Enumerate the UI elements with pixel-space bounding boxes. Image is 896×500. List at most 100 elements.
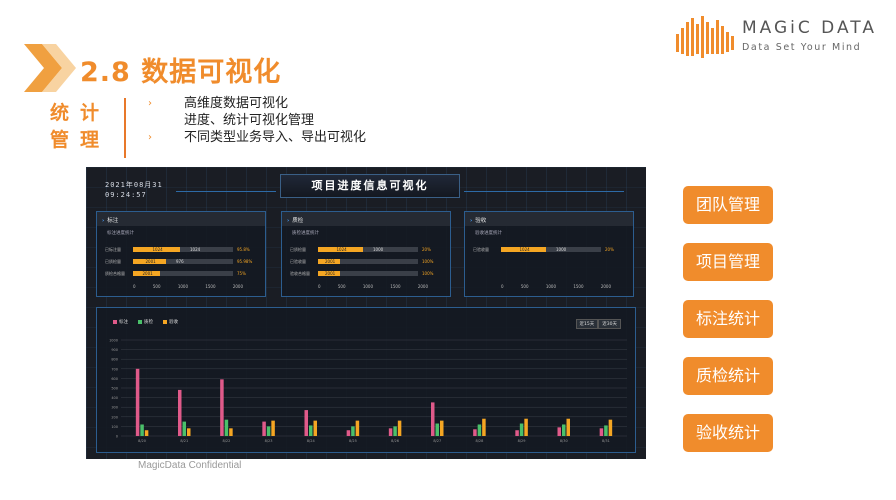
- progress-total: 1024: [190, 247, 201, 252]
- bar-验收: [566, 418, 570, 436]
- side-char: 管: [50, 129, 70, 151]
- y-tick-label: 400: [111, 396, 118, 400]
- progress-total: 1000: [556, 247, 567, 252]
- bar-质检: [140, 424, 144, 436]
- y-tick-label: 600: [111, 377, 118, 381]
- list-item: 进度、统计可视化管理: [184, 113, 315, 128]
- progress-value: 2001: [145, 259, 156, 264]
- side-char: 统: [50, 102, 70, 124]
- y-tick-label: 200: [111, 415, 118, 419]
- acceptance-stats-button[interactable]: 验收统计: [683, 414, 773, 452]
- chevron-right-icon: ›: [102, 218, 105, 224]
- bar-标注: [135, 368, 140, 436]
- bar-质检: [604, 425, 608, 436]
- tick-label: 1500: [205, 284, 216, 289]
- progress-panel: › 质检 质检进度统计 已质检量 1024 1000 20% 已验收量 2001 100% 验收合格…: [281, 211, 451, 297]
- progress-total: 976: [176, 259, 184, 264]
- logo-title: MAGiC DATA: [742, 18, 877, 38]
- logo-tagline: Data Set Your Mind: [742, 42, 862, 53]
- bar-质检: [562, 424, 566, 436]
- progress-track: 2001 976: [133, 259, 233, 264]
- progress-value: 1024: [336, 247, 347, 252]
- bar-质检: [519, 423, 524, 436]
- progress-percent: 95.8%: [237, 247, 250, 252]
- progress-label: 已标注量: [105, 247, 121, 252]
- x-tick-label: 8/30: [560, 439, 568, 443]
- bar-质检: [224, 419, 229, 436]
- progress-value: 1024: [152, 247, 163, 252]
- bar-验收: [440, 420, 444, 436]
- panel-subtitle: 质检进度统计: [292, 231, 319, 236]
- y-tick-label: 1000: [109, 339, 118, 343]
- bar-验收: [397, 420, 402, 436]
- side-label: 统计 管理: [50, 100, 120, 154]
- y-tick-label: 100: [111, 425, 118, 429]
- x-tick-label: 8/24: [307, 439, 316, 443]
- tick-label: 0: [501, 284, 504, 289]
- tick-label: 500: [152, 284, 161, 289]
- x-tick-label: 8/23: [265, 439, 273, 443]
- tick-label: 2000: [417, 284, 428, 289]
- dashboard-title: 项目进度信息可视化: [280, 174, 460, 198]
- bar-标注: [515, 430, 519, 436]
- progress-track: 1024 1000: [318, 247, 418, 252]
- progress-track: 2001: [318, 271, 418, 276]
- x-tick-label: 8/21: [180, 439, 188, 443]
- progress-label: 已质检量: [105, 259, 121, 264]
- bar-标注: [431, 402, 435, 436]
- y-tick-label: 900: [111, 348, 118, 352]
- bar-验收: [313, 420, 317, 436]
- project-management-button[interactable]: 项目管理: [683, 243, 773, 281]
- progress-track: 1024 1024: [133, 247, 233, 252]
- bullet-list: › 高维度数据可视化 进度、统计可视化管理 › 不同类型业务导入、导出可视化: [148, 95, 366, 146]
- x-tick-label: 8/22: [222, 439, 230, 443]
- bar-标注: [599, 428, 604, 436]
- progress-value: 2001: [325, 271, 336, 276]
- qa-stats-button[interactable]: 质检统计: [683, 357, 773, 395]
- progress-track: 2001: [133, 271, 233, 276]
- tick-label: 0: [318, 284, 321, 289]
- y-tick-label: 500: [111, 387, 118, 391]
- progress-label: 验收合格量: [290, 271, 310, 276]
- panel-header: › 标注: [97, 212, 265, 226]
- progress-value: 2001: [142, 271, 153, 276]
- bar-标注: [304, 410, 308, 436]
- bar-验收: [271, 420, 275, 436]
- panel-axis: 0 500 1000 1500 2000: [501, 284, 611, 289]
- progress-panel: › 验收 验收进度统计 已验收量 1024 1000 20% 0 500 1000 1500 2000: [464, 211, 634, 297]
- bar-标注: [557, 427, 561, 436]
- tick-label: 2000: [232, 284, 243, 289]
- progress-label: 已验收量: [473, 247, 489, 252]
- x-tick-label: 8/26: [391, 439, 399, 443]
- tick-label: 2000: [600, 284, 611, 289]
- bar-验收: [524, 418, 528, 436]
- tick-label: 0: [133, 284, 136, 289]
- progress-label: 已质检量: [290, 247, 306, 252]
- x-tick-label: 8/25: [349, 439, 357, 443]
- bar-验收: [187, 428, 191, 436]
- bar-标注: [346, 430, 351, 436]
- y-tick-label: 300: [111, 406, 118, 410]
- bar-验收: [355, 420, 360, 436]
- page-title: 2.8 数据可视化: [80, 57, 282, 88]
- progress-label: 已验收量: [290, 259, 306, 264]
- annotation-stats-button[interactable]: 标注统计: [683, 300, 773, 338]
- tick-label: 1000: [362, 284, 373, 289]
- bar-标注: [388, 428, 393, 436]
- tick-label: 1500: [390, 284, 401, 289]
- chevron-right-icon: ›: [287, 218, 290, 224]
- logo-icon: [676, 16, 734, 58]
- team-management-button[interactable]: 团队管理: [683, 186, 773, 224]
- chevron-decor-icon: [24, 44, 76, 92]
- tick-label: 1000: [545, 284, 556, 289]
- list-item: › 不同类型业务导入、导出可视化: [148, 130, 367, 145]
- divider: [176, 191, 276, 192]
- bar-质检: [393, 426, 397, 436]
- panel-axis: 0 500 1000 1500 2000: [133, 284, 243, 289]
- y-tick-label: 800: [111, 358, 118, 362]
- bar-质检: [435, 423, 439, 436]
- tick-label: 1500: [573, 284, 584, 289]
- x-tick-label: 8/29: [518, 439, 526, 443]
- progress-label: 质检合格量: [105, 271, 125, 276]
- panel-axis: 0 500 1000 1500 2000: [318, 284, 428, 289]
